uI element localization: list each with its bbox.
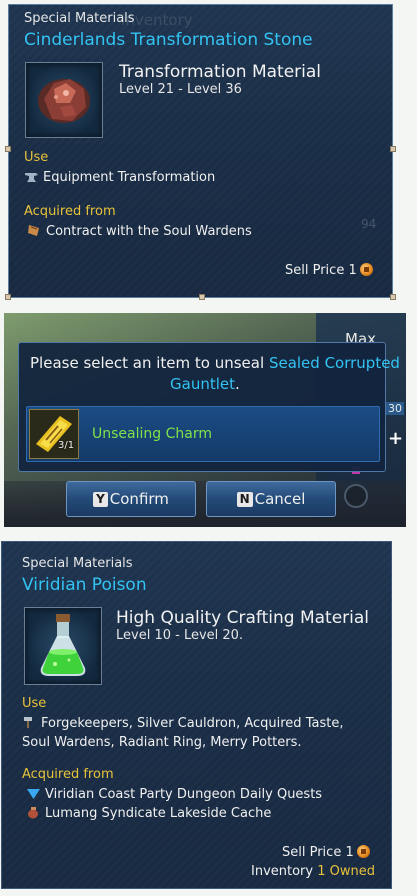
use-header: Use bbox=[22, 696, 47, 711]
level-range: Level 21 - Level 36 bbox=[119, 82, 242, 97]
potion-flask-icon bbox=[24, 607, 102, 685]
frame-handle-right[interactable] bbox=[390, 146, 396, 152]
acquired-item-1-label: Viridian Coast Party Dungeon Daily Quest… bbox=[45, 787, 323, 802]
confirm-label: Confirm bbox=[109, 490, 169, 508]
item-name: Viridian Poison bbox=[22, 575, 147, 595]
sell-price-value: 1 bbox=[348, 263, 357, 278]
bg-ghost-number: 94 bbox=[361, 217, 377, 231]
inventory-owned: Inventory 1 Owned bbox=[251, 864, 375, 879]
acquired-item-label: Contract with the Soul Wardens bbox=[46, 224, 252, 239]
gold-coin-icon bbox=[356, 845, 370, 858]
item-name: Cinderlands Transformation Stone bbox=[24, 30, 313, 50]
dialog-prompt: Please select an item to unseal Sealed C… bbox=[30, 354, 400, 372]
quest-arrow-icon bbox=[26, 787, 41, 800]
use-item: Equipment Transformation bbox=[24, 170, 215, 185]
use-line-2: Soul Wardens, Radiant Ring, Merry Potter… bbox=[22, 735, 302, 750]
plus-icon[interactable]: + bbox=[388, 428, 403, 449]
acquired-header: Acquired from bbox=[24, 204, 116, 219]
gold-coin-icon bbox=[359, 263, 373, 276]
prompt-text: Please select an item to unseal bbox=[30, 354, 265, 372]
frame-handle-bottom-mid[interactable] bbox=[199, 294, 205, 300]
contract-icon bbox=[27, 224, 42, 237]
sell-price-label: Sell Price bbox=[282, 845, 342, 860]
sell-price-value: 1 bbox=[345, 845, 354, 860]
hammer-icon bbox=[22, 716, 37, 729]
frame-handle-bottom-right[interactable] bbox=[390, 294, 396, 300]
acquired-item-2: Lumang Syndicate Lakeside Cache bbox=[26, 806, 271, 821]
sell-price: Sell Price 1 bbox=[285, 263, 373, 278]
side-number: 30 bbox=[386, 402, 404, 415]
item-type: Transformation Material bbox=[119, 62, 322, 82]
tooltip-cinderlands-stone: Inventory 94 Special Materials Cinderlan… bbox=[8, 4, 393, 298]
acquired-item-1: Viridian Coast Party Dungeon Daily Quest… bbox=[26, 787, 322, 802]
owned-value: 1 Owned bbox=[317, 864, 375, 879]
cache-bag-icon bbox=[26, 806, 41, 819]
confirm-key-hint: Y bbox=[93, 491, 108, 507]
item-category: Special Materials bbox=[22, 556, 133, 571]
tooltip-viridian-poison: Special Materials Viridian Poison High Q… bbox=[1, 541, 392, 889]
sell-price: Sell Price 1 bbox=[282, 845, 370, 860]
prompt-period: . bbox=[235, 375, 240, 393]
use-header: Use bbox=[24, 150, 49, 165]
round-slot-icon[interactable] bbox=[344, 484, 368, 508]
confirm-button[interactable]: Y Confirm bbox=[66, 481, 196, 517]
slot-item-count: 3/1 bbox=[58, 440, 75, 451]
charm-scroll-icon[interactable] bbox=[29, 409, 79, 459]
use-item-label: Equipment Transformation bbox=[43, 170, 216, 185]
frame-handle-left[interactable] bbox=[5, 146, 11, 152]
cancel-button[interactable]: N Cancel bbox=[206, 481, 336, 517]
acquired-item-2-label: Lumang Syndicate Lakeside Cache bbox=[45, 806, 272, 821]
item-category: Special Materials bbox=[24, 11, 135, 26]
level-range: Level 10 - Level 20. bbox=[116, 628, 244, 643]
use-line-1: Forgekeepers, Silver Cauldron, Acquired … bbox=[22, 716, 343, 731]
ore-stone-icon bbox=[25, 62, 103, 138]
target-item-name: Sealed Corrupted bbox=[268, 354, 400, 372]
inventory-label: Inventory bbox=[251, 864, 314, 879]
cancel-key-hint: N bbox=[236, 491, 253, 507]
item-type: High Quality Crafting Material bbox=[116, 608, 370, 628]
sell-price-label: Sell Price bbox=[285, 263, 345, 278]
slot-item-name: Unsealing Charm bbox=[92, 426, 212, 442]
use-line-1-text: Forgekeepers, Silver Cauldron, Acquired … bbox=[41, 716, 344, 731]
dialog-prompt-line2: Gauntlet. bbox=[170, 375, 240, 393]
acquired-item: Contract with the Soul Wardens bbox=[27, 224, 252, 239]
frame-handle-bottom-left[interactable] bbox=[5, 294, 11, 300]
anvil-icon bbox=[24, 170, 39, 183]
acquired-header: Acquired from bbox=[22, 767, 114, 782]
target-item-name-cont: Gauntlet bbox=[170, 375, 235, 393]
cancel-label: Cancel bbox=[254, 490, 306, 508]
